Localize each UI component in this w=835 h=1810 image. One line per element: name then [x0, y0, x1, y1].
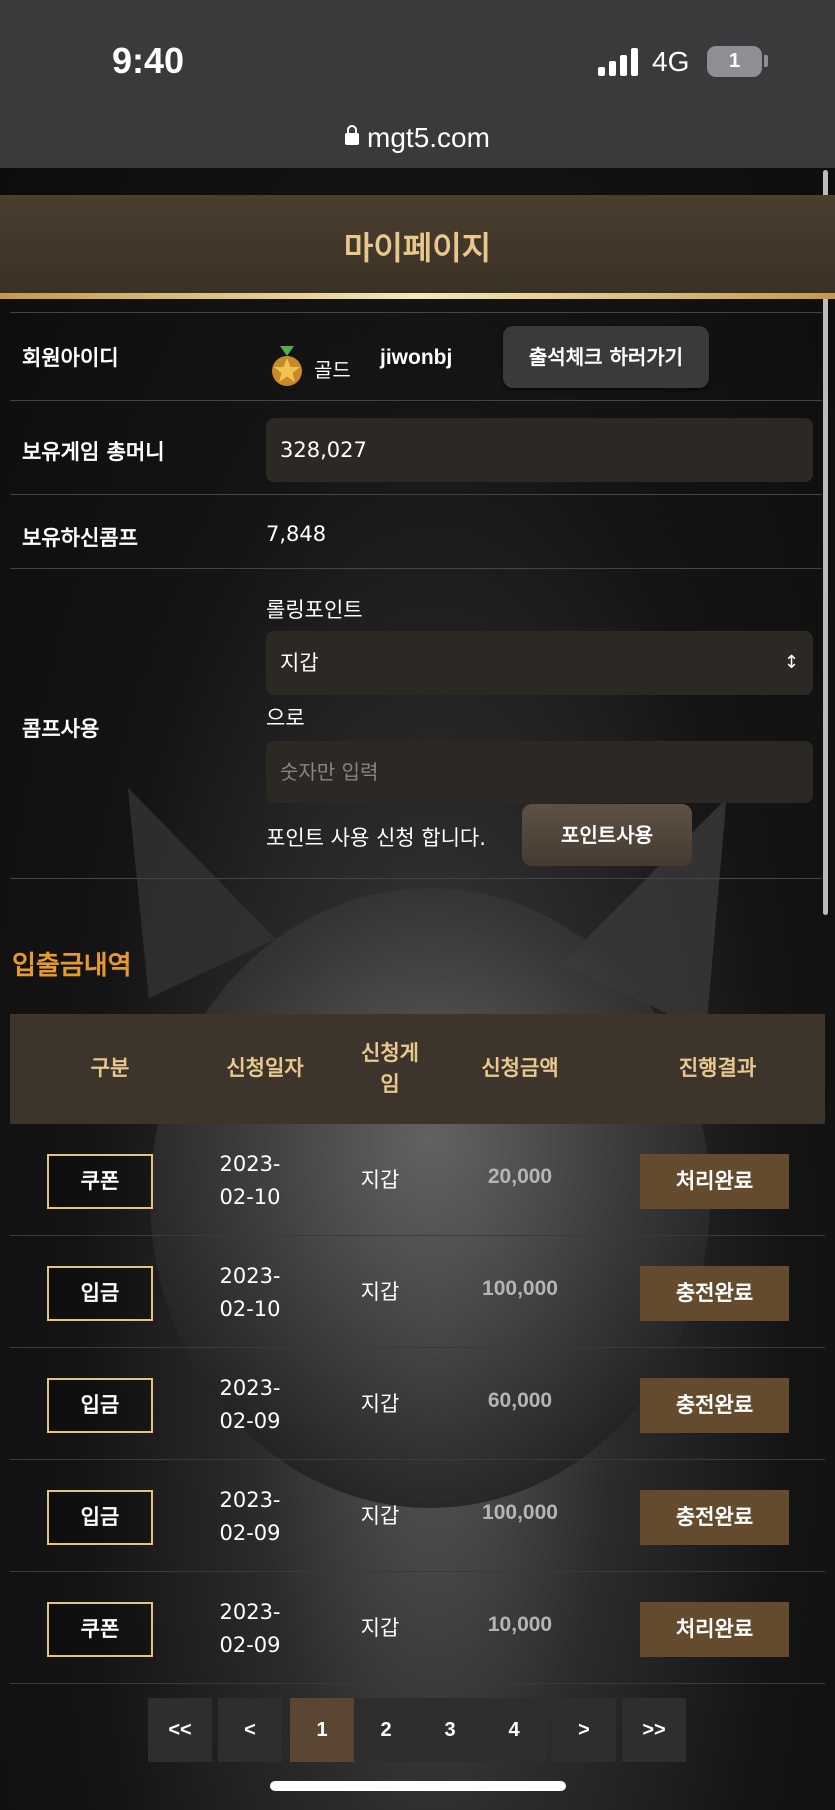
- result-badge: 처리완료: [640, 1154, 789, 1209]
- page-button-4[interactable]: 4: [482, 1698, 546, 1762]
- header-divider: [0, 293, 835, 299]
- type-tag: 입금: [47, 1266, 153, 1321]
- type-tag: 입금: [47, 1378, 153, 1433]
- request-game: 지갑: [360, 1616, 400, 1640]
- request-game: 지갑: [360, 1168, 400, 1192]
- apply-text: 포인트 사용 신청 합니다.: [266, 826, 486, 850]
- history-table-header: 구분 신청일자 신청게 임 신청금액 진행결과: [10, 1014, 825, 1124]
- column-header: 신청일자: [226, 1056, 304, 1081]
- use-point-button[interactable]: 포인트사용: [522, 804, 692, 866]
- url-text: mgt5.com: [367, 122, 490, 153]
- divider: [10, 400, 822, 401]
- first-page-button[interactable]: <<: [148, 1698, 212, 1762]
- wallet-select-value: 지갑: [280, 651, 319, 675]
- url-bar[interactable]: mgt5.com: [0, 122, 835, 154]
- result-badge: 처리완료: [640, 1602, 789, 1657]
- to-label: 으로: [266, 706, 305, 730]
- type-tag: 쿠폰: [47, 1602, 153, 1657]
- column-header: 구분: [90, 1056, 130, 1081]
- result-badge: 충전완료: [640, 1378, 789, 1433]
- divider: [10, 312, 822, 313]
- column-header: 신청게 임: [361, 1040, 419, 1097]
- next-page-button[interactable]: >: [552, 1698, 616, 1762]
- total-money-label: 보유게임 총머니: [22, 440, 165, 464]
- column-header: 신청금액: [481, 1056, 559, 1081]
- page-button-2[interactable]: 2: [354, 1698, 418, 1762]
- request-date: 2023- 02-09: [219, 1600, 281, 1657]
- attendance-check-button[interactable]: 출석체크 하러가기: [503, 326, 709, 388]
- gold-medal-icon: [272, 346, 302, 386]
- column-header: 진행결과: [678, 1056, 757, 1081]
- request-amount: 100,000: [482, 1277, 558, 1300]
- table-row: 입금 2023- 02-10 지갑 100,000 충전완료: [10, 1236, 825, 1348]
- member-id-label: 회원아이디: [22, 346, 119, 370]
- table-row: 입금 2023- 02-09 지갑 60,000 충전완료: [10, 1348, 825, 1460]
- request-amount: 10,000: [487, 1613, 553, 1636]
- request-amount: 60,000: [487, 1389, 553, 1412]
- page-header: 마이페이지: [0, 195, 835, 293]
- divider: [10, 494, 822, 495]
- table-row: 쿠폰 2023- 02-09 지갑 10,000 처리완료: [10, 1572, 825, 1684]
- divider: [10, 568, 822, 569]
- clock: 9:40: [112, 40, 185, 81]
- network-type: 4G: [652, 46, 690, 77]
- request-date: 2023- 02-10: [219, 1264, 281, 1321]
- type-tag: 입금: [47, 1490, 153, 1545]
- pagination: << < 1 2 3 4 > >>: [0, 1698, 835, 1762]
- user-id: jiwonbj: [380, 346, 453, 369]
- battery-icon: 1: [707, 46, 762, 77]
- lock-icon: [345, 125, 360, 145]
- comp-value: 7,848: [266, 522, 327, 546]
- comp-label: 보유하신콤프: [22, 526, 138, 550]
- signal-icon: [598, 48, 640, 76]
- history-section-title: 입출금내역: [12, 951, 132, 981]
- result-badge: 충전완료: [640, 1266, 789, 1321]
- prev-page-button[interactable]: <: [218, 1698, 282, 1762]
- page-button-3[interactable]: 3: [418, 1698, 482, 1762]
- page-button-1[interactable]: 1: [290, 1698, 354, 1762]
- request-game: 지갑: [360, 1392, 400, 1416]
- rolling-point-label: 롤링포인트: [266, 598, 363, 622]
- request-game: 지갑: [360, 1504, 400, 1528]
- last-page-button[interactable]: >>: [622, 1698, 686, 1762]
- comp-use-label: 콤프사용: [22, 717, 100, 741]
- divider: [10, 878, 822, 879]
- point-amount-input[interactable]: [266, 741, 813, 803]
- status-bar: 9:40 4G 1 mgt5.com: [0, 0, 835, 168]
- table-row: 입금 2023- 02-09 지갑 100,000 충전완료: [10, 1460, 825, 1572]
- request-date: 2023- 02-09: [219, 1376, 281, 1433]
- request-date: 2023- 02-10: [219, 1152, 281, 1209]
- home-indicator[interactable]: [270, 1781, 566, 1791]
- result-badge: 충전완료: [640, 1490, 789, 1545]
- request-amount: 100,000: [482, 1501, 558, 1524]
- battery-tip: [764, 55, 768, 67]
- request-amount: 20,000: [487, 1165, 553, 1188]
- total-money-value: 328,027: [266, 418, 813, 482]
- table-row: 쿠폰 2023- 02-10 지갑 20,000 처리완료: [10, 1124, 825, 1236]
- member-grade: 골드: [314, 358, 351, 382]
- chevron-updown-icon: ↕: [783, 652, 799, 673]
- type-tag: 쿠폰: [47, 1154, 153, 1209]
- wallet-select[interactable]: 지갑 ↕: [266, 631, 813, 695]
- request-date: 2023- 02-09: [219, 1488, 281, 1545]
- page-title: 마이페이지: [343, 229, 492, 267]
- request-game: 지갑: [360, 1280, 400, 1304]
